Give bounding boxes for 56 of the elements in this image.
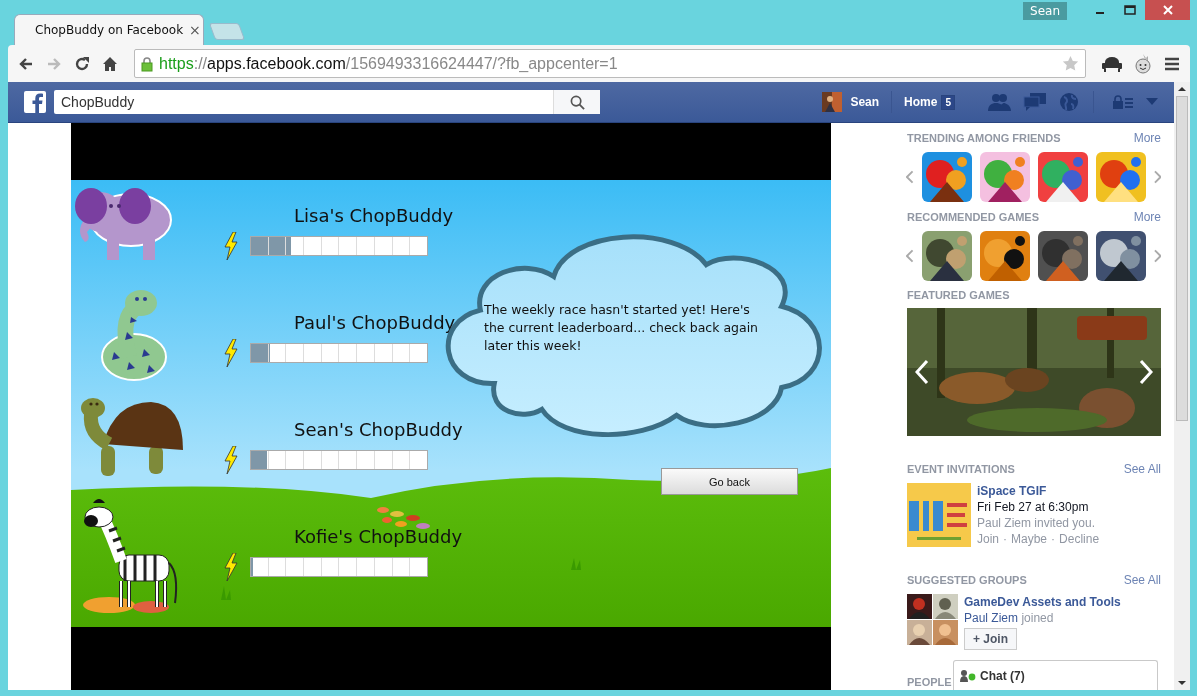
message-text: The weekly race hasn't started yet! Here's the current leaderboard... check back again later this week! (484, 301, 760, 355)
event-link[interactable]: iSpace TGIF (977, 483, 1047, 499)
armchair-icon[interactable] (1102, 55, 1122, 72)
more-link[interactable]: See All (1123, 462, 1161, 476)
lightning-icon (224, 232, 238, 260)
browser-tab[interactable]: ChopBuddy on Facebook × (14, 14, 204, 45)
more-link[interactable]: More (1133, 210, 1161, 224)
buddy-name: Kofie's ChopBuddy (294, 525, 463, 549)
buddy-name: Lisa's ChopBuddy (294, 204, 454, 228)
search-field[interactable]: ChopBuddy (54, 90, 600, 114)
scrollbar[interactable] (1174, 82, 1190, 690)
menu-icon[interactable] (1164, 56, 1180, 71)
minimize-icon (1096, 12, 1104, 14)
section-heading: EVENT INVITATIONS (907, 463, 1015, 475)
maximize-icon (1124, 5, 1136, 15)
notification-count: 5 (941, 94, 955, 110)
member-link[interactable]: Paul Ziem (964, 611, 1019, 625)
event-time: Fri Feb 27 at 6:30pm (977, 499, 1089, 515)
facebook-logo[interactable] (24, 91, 46, 113)
search-icon (569, 94, 585, 110)
star-icon[interactable] (1062, 55, 1079, 72)
buddy-name: Paul's ChopBuddy (294, 311, 456, 335)
chat-bar[interactable]: Chat (7) (953, 660, 1158, 690)
close-tab-button[interactable]: × (189, 22, 201, 38)
search-button[interactable] (553, 90, 600, 114)
scroll-up-icon[interactable] (1178, 86, 1186, 92)
lightning-icon (224, 446, 238, 474)
section-heading: SUGGESTED GROUPS (907, 574, 1027, 586)
more-link[interactable]: More (1133, 131, 1161, 145)
lock-icon (141, 55, 153, 72)
invite-note: Paul Ziem invited you. (977, 515, 1096, 531)
separator-dot: · (1051, 531, 1056, 547)
separator-dot: · (1003, 531, 1007, 547)
section-heading: PEOPLE (907, 676, 952, 688)
smiley-icon[interactable] (1134, 53, 1152, 74)
home-icon[interactable] (102, 55, 118, 72)
join-button[interactable]: + Join (964, 628, 1017, 650)
buddy-name: Sean's ChopBuddy (294, 418, 463, 442)
back-icon[interactable] (18, 55, 34, 72)
close-icon (1162, 5, 1173, 15)
section-heading: RECOMMENDED GAMES (907, 211, 1039, 223)
reload-icon[interactable] (74, 55, 90, 72)
more-link[interactable]: See All (1123, 573, 1161, 587)
close-button[interactable] (1145, 0, 1190, 20)
online-icon (960, 669, 976, 682)
address-field[interactable]: https://apps.facebook.com/1569493316624447/?fb_appcenter=1 (134, 49, 1086, 78)
joined-note: joined (1021, 611, 1054, 625)
home-link[interactable]: Home (904, 95, 938, 109)
section-heading: TRENDING AMONG FRIENDS (907, 132, 1061, 144)
scroll-down-icon[interactable] (1178, 680, 1186, 686)
profile-link[interactable]: Sean (850, 95, 880, 109)
section-heading: FEATURED GAMES (907, 289, 1010, 301)
group-link[interactable]: GameDev Assets and Tools (964, 594, 1121, 610)
lightning-icon (224, 339, 238, 367)
lightning-icon (224, 553, 238, 581)
go-back-button[interactable]: Go back (661, 468, 798, 495)
